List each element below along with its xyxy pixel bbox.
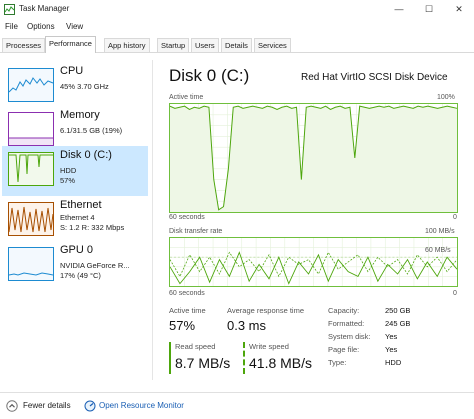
sidebar-item-detail: 57% [60,176,76,185]
menu-file[interactable]: File [5,22,18,31]
sidebar-item-detail: 45% 3.70 GHz [60,82,109,91]
type-value: HDD [385,358,402,367]
sidebar-item-disk[interactable]: Disk 0 (C:) HDD 57% [2,146,148,196]
sidebar-item-title: Ethernet [60,199,102,211]
minimize-button[interactable]: — [384,0,414,18]
sidebar-item-detail: NVIDIA GeForce R... [60,261,130,270]
tab-app-history[interactable]: App history [104,38,150,52]
title-bar: Task Manager — ☐ ✕ [0,0,474,20]
transfer-rate-scale-label: 60 MB/s [425,247,451,254]
menu-bar: File Options View [0,20,474,35]
task-manager-icon [4,4,15,15]
menu-view[interactable]: View [66,22,83,31]
tab-bar: Processes Performance App history Startu… [0,35,474,53]
menu-options[interactable]: Options [27,22,55,31]
disk-thumbnail-graph [8,152,54,186]
resource-sidebar: CPU 45% 3.70 GHz Memory 6.1/31.5 GB (19%… [0,60,152,380]
open-resource-monitor-link[interactable]: Open Resource Monitor [99,401,184,410]
tab-processes[interactable]: Processes [2,38,46,52]
capacity-value: 250 GB [385,306,411,315]
tab-performance[interactable]: Performance [45,36,96,53]
system-disk-value: Yes [385,332,398,341]
window-title: Task Manager [19,4,70,13]
tab-services[interactable]: Services [254,38,291,52]
write-speed-indicator [243,342,245,374]
page-file-label: Page file: [328,345,360,354]
sidebar-item-detail: 17% (49 °C) [60,271,101,280]
formatted-label: Formatted: [328,319,365,328]
tab-startup[interactable]: Startup [157,38,190,52]
write-speed-label: Write speed [249,342,289,351]
cpu-thumbnail-graph [8,68,54,102]
maximize-button[interactable]: ☐ [414,0,444,18]
active-time-graph-duration: 60 seconds [169,214,205,221]
close-button[interactable]: ✕ [444,0,474,18]
page-title: Disk 0 (C:) [169,66,250,85]
sidebar-item-title: Memory [60,109,100,121]
active-time-graph-max: 100% [437,94,455,101]
sidebar-item-detail: Ethernet 4 [60,213,95,222]
transfer-rate-graph-max: 100 MB/s [425,228,455,235]
capacity-label: Capacity: [328,306,360,315]
active-time-value: 57% [169,318,196,333]
type-label: Type: [328,358,347,367]
system-disk-label: System disk: [328,332,371,341]
device-name: Red Hat VirtIO SCSI Disk Device [301,72,448,83]
tab-users[interactable]: Users [191,38,219,52]
active-time-graph [169,103,458,213]
active-time-graph-min: 0 [453,214,457,221]
page-file-value: Yes [385,345,398,354]
sidebar-item-title: GPU 0 [60,244,94,256]
sidebar-item-title: CPU [60,65,84,77]
read-speed-indicator [169,342,171,374]
fewer-details-button[interactable]: Fewer details [23,401,71,410]
write-speed-value: 41.8 MB/s [249,355,313,371]
active-time-label: Active time [169,306,206,315]
sidebar-item-cpu[interactable]: CPU 45% 3.70 GHz [2,62,148,112]
transfer-rate-graph-duration: 60 seconds [169,290,205,297]
transfer-rate-graph-min: 0 [453,290,457,297]
transfer-rate-graph [169,237,458,287]
tab-details[interactable]: Details [221,38,252,52]
formatted-value: 245 GB [385,319,411,328]
read-speed-value: 8.7 MB/s [175,355,231,371]
sidebar-item-gpu[interactable]: GPU 0 NVIDIA GeForce R... 17% (49 °C) [2,241,148,291]
avg-response-label: Average response time [227,306,304,315]
resource-monitor-icon[interactable] [84,400,96,412]
sidebar-item-detail: 6.1/31.5 GB (19%) [60,126,123,135]
read-speed-label: Read speed [175,342,216,351]
chevron-up-icon[interactable] [6,400,18,412]
gpu-thumbnail-graph [8,247,54,281]
sidebar-item-detail: S: 1.2 R: 332 Mbps [60,223,125,232]
memory-thumbnail-graph [8,112,54,146]
sidebar-item-ethernet[interactable]: Ethernet Ethernet 4 S: 1.2 R: 332 Mbps [2,196,148,246]
avg-response-value: 0.3 ms [227,318,267,333]
transfer-rate-graph-label: Disk transfer rate [169,228,223,235]
sidebar-divider [152,60,153,380]
footer-bar: Fewer details Open Resource Monitor [0,392,474,419]
ethernet-thumbnail-graph [8,202,54,236]
active-time-graph-label: Active time [169,94,204,101]
sidebar-item-detail: HDD [60,166,77,175]
sidebar-item-title: Disk 0 (C:) [60,149,112,161]
